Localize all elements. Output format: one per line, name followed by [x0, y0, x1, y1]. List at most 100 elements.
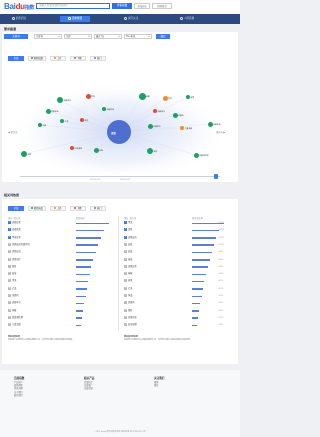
- ranking-row[interactable]: 7流感症状 +66%: [124, 264, 228, 270]
- rank-tab-all[interactable]: 全部: [8, 206, 24, 211]
- graph-node-label: 流感药: [178, 115, 184, 117]
- ranking-row[interactable]: 13预防 +26%: [124, 308, 228, 314]
- tab-search-index[interactable]: 搜索指数: [28, 56, 46, 61]
- ranking-row[interactable]: 6流感治疗: [8, 257, 112, 263]
- graph-node[interactable]: [38, 123, 42, 127]
- graph-node[interactable]: [153, 109, 157, 113]
- ranking-row[interactable]: 13咳嗽: [8, 308, 112, 314]
- graph-node[interactable]: [147, 148, 153, 154]
- ranking-value: +45%: [218, 280, 224, 283]
- ranking-row[interactable]: 10乙流: [8, 286, 112, 292]
- graph-node[interactable]: [147, 123, 153, 129]
- ranking-value: +150%: [218, 236, 225, 239]
- ranking-bar: [76, 244, 99, 246]
- ranking-term: 乙流: [12, 287, 17, 290]
- time-slider-handle[interactable]: [214, 174, 218, 179]
- ranking-row[interactable]: 3甲流症状: [8, 235, 112, 241]
- rank-tab-hot[interactable]: 热门: [90, 206, 106, 211]
- ranking-row[interactable]: 4流感疫苗的副作用: [8, 242, 112, 248]
- graph-node[interactable]: [60, 119, 64, 123]
- graph-node[interactable]: [93, 147, 99, 153]
- ranking-row[interactable]: 2流感病毒: [8, 228, 112, 233]
- graph-node[interactable]: [45, 108, 51, 114]
- nav-item-crowd[interactable]: 人群画像: [172, 16, 202, 22]
- rank-tab-rising[interactable]: 上升: [50, 206, 66, 211]
- search-button[interactable]: 查看指数: [112, 3, 132, 9]
- ranking-value: +96%: [218, 251, 224, 254]
- graph-node[interactable]: [193, 152, 199, 158]
- graph-node[interactable]: [21, 151, 27, 157]
- ranking-term: 甲流症状: [12, 236, 21, 239]
- graph-node[interactable]: [186, 95, 190, 99]
- rank-badge: 14: [8, 315, 11, 319]
- graph-node[interactable]: [172, 112, 178, 118]
- ranking-row[interactable]: 7感冒: [8, 264, 112, 270]
- tab-rising[interactable]: 上升: [50, 56, 66, 61]
- trend-button[interactable]: 趋势研究: [152, 3, 172, 9]
- tab-all[interactable]: 全部: [8, 56, 24, 61]
- ranking-row[interactable]: 10乙流 +40%: [124, 286, 228, 292]
- copyright: ©2024 Baidu 使用百度前必读 隐私政策 京ICP证030173号: [94, 431, 146, 433]
- ranking-row[interactable]: 1甲流 +260%: [124, 221, 228, 226]
- graph-node[interactable]: [138, 92, 146, 100]
- ranking-bar: [192, 280, 205, 283]
- ranking-bar: [76, 222, 109, 225]
- filter-scope[interactable]: 全部 ▼: [64, 34, 92, 39]
- footer-link[interactable]: 联系我们: [14, 395, 23, 398]
- rank-tab-falling[interactable]: 下降: [70, 206, 86, 211]
- ranking-row[interactable]: 15儿童流感: [8, 323, 112, 328]
- ranking-row[interactable]: 2流感 +180%: [124, 228, 228, 233]
- ranking-row[interactable]: 15疫苗接种 +18%: [124, 323, 228, 328]
- ranking-row[interactable]: 12流感药 +30%: [124, 301, 228, 306]
- ranking-row[interactable]: 14流感潜伏期: [8, 315, 112, 321]
- rank-badge: 12: [8, 301, 11, 305]
- ranking-row[interactable]: 9病毒 +45%: [124, 279, 228, 284]
- ranking-row[interactable]: 5发烧 +96%: [124, 250, 228, 255]
- graph-node-label: 感冒: [190, 97, 195, 99]
- ranking-row[interactable]: 11体温 +35%: [124, 294, 228, 299]
- ranking-row[interactable]: 11流感药: [8, 294, 112, 299]
- ranking-term: 发烧: [128, 251, 133, 254]
- tab-hot[interactable]: 热门: [90, 56, 106, 61]
- graph-node[interactable]: [207, 121, 213, 127]
- graph-node[interactable]: [102, 107, 106, 111]
- footer-link[interactable]: 微信: [154, 385, 158, 388]
- nav-item-graph[interactable]: 需求图谱: [60, 16, 90, 22]
- graph-node[interactable]: [70, 146, 74, 150]
- rank-tab-search[interactable]: 搜索热度: [28, 206, 46, 211]
- graph-node-label: 流感传染: [213, 124, 221, 126]
- ranking-row[interactable]: 9甲流: [8, 279, 112, 284]
- tab-falling[interactable]: 下降: [70, 56, 86, 61]
- graph-node[interactable]: [180, 126, 184, 130]
- apply-button[interactable]: 确定: [156, 34, 170, 39]
- footer-link[interactable]: 百度营销: [84, 388, 93, 391]
- footer-col3-title: 关注我们: [154, 377, 165, 380]
- ranking-term: 咳嗽: [128, 273, 133, 276]
- ranking-row[interactable]: 14流感传染 +22%: [124, 315, 228, 321]
- filter-device[interactable]: PC+移动 ▼: [124, 34, 152, 39]
- graph-node[interactable]: [162, 95, 168, 101]
- graph-node-label: 体温: [99, 150, 103, 152]
- compare-button[interactable]: 添加对比: [134, 3, 150, 9]
- baidu-logo[interactable]: Baidu指数: [4, 2, 34, 11]
- ranking-row[interactable]: 12流感季节: [8, 301, 112, 306]
- ranking-row[interactable]: 8咳嗽 +54%: [124, 272, 228, 277]
- ranking-row[interactable]: 4高烧 +120%: [124, 242, 228, 248]
- nav-item-trend[interactable]: 趋势研究: [4, 16, 34, 22]
- search-input[interactable]: 请输入您要查询的关键词: [36, 3, 110, 9]
- ranking-row[interactable]: 6退烧 +80%: [124, 257, 228, 263]
- ranking-row[interactable]: 1流感症状: [8, 221, 112, 226]
- ranking-row[interactable]: 8发烧: [8, 272, 112, 277]
- graph-node-label: 预防: [27, 154, 32, 156]
- rank-badge: 10: [8, 286, 11, 290]
- keyword-tag[interactable]: 关键词: [4, 34, 28, 39]
- graph-node[interactable]: [85, 93, 91, 99]
- nav-item-news[interactable]: 资讯关注: [116, 16, 146, 22]
- graph-node-label: 乙流: [64, 121, 69, 123]
- filter-keyword[interactable]: 关键词 ▼: [34, 34, 62, 39]
- graph-node[interactable]: [57, 97, 63, 103]
- ranking-row[interactable]: 3流感疫苗 +150%: [124, 235, 228, 241]
- filter-period[interactable]: 最近7天 ▼: [94, 34, 122, 39]
- ranking-row[interactable]: 5流感疫苗: [8, 250, 112, 255]
- graph-node[interactable]: [80, 118, 84, 122]
